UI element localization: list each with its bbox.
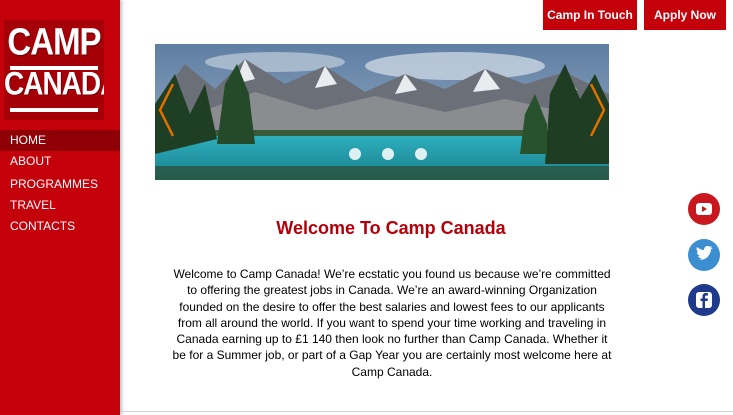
- lake-mountain-photo: [155, 44, 609, 180]
- camp-canada-logo[interactable]: CAMP CANADA: [4, 20, 104, 120]
- facebook-icon[interactable]: [688, 284, 720, 316]
- chevron-right-icon[interactable]: [589, 82, 607, 138]
- page-bottom-border: [120, 411, 733, 412]
- image-carousel[interactable]: [155, 44, 609, 180]
- camp-in-touch-button[interactable]: Camp In Touch: [543, 0, 637, 30]
- nav-item-contacts[interactable]: CONTACTS: [0, 216, 120, 237]
- youtube-icon[interactable]: [688, 193, 720, 225]
- page-title: Welcome To Camp Canada: [276, 218, 506, 238]
- carousel-dot-2[interactable]: [382, 148, 394, 160]
- nav-item-programmes[interactable]: PROGRAMMES: [0, 174, 120, 195]
- logo-stripe: [10, 108, 98, 112]
- chevron-left-icon[interactable]: [157, 82, 175, 138]
- logo-text-canada: CANADA: [4, 65, 104, 102]
- nav-item-about[interactable]: ABOUT: [0, 151, 120, 172]
- nav-item-home[interactable]: HOME: [0, 130, 120, 151]
- logo-text-camp: CAMP: [7, 20, 101, 63]
- welcome-paragraph: Welcome to Camp Canada! We’re ecstatic y…: [172, 267, 612, 379]
- carousel-dot-3[interactable]: [415, 148, 427, 160]
- sidebar: CAMP CANADA HOME ABOUT PROGRAMMES TRAVEL…: [0, 0, 120, 415]
- twitter-icon[interactable]: [688, 239, 720, 271]
- apply-now-button[interactable]: Apply Now: [644, 0, 726, 30]
- main-navigation: HOME ABOUT PROGRAMMES TRAVEL CONTACTS: [0, 130, 120, 237]
- nav-item-travel[interactable]: TRAVEL: [0, 195, 120, 216]
- carousel-dot-1[interactable]: [349, 148, 361, 160]
